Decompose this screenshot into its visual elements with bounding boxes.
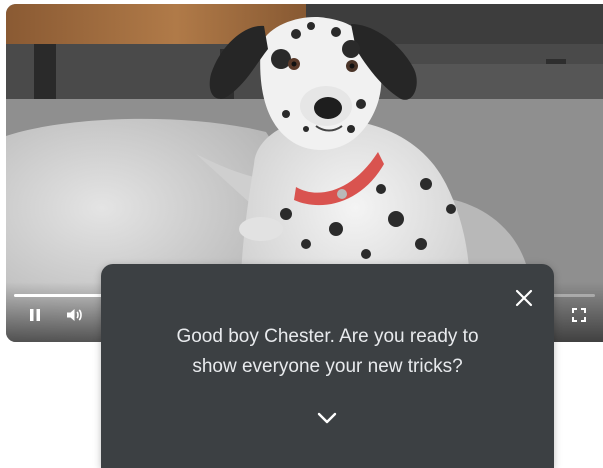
stage: Good boy Chester. Are you ready to show … <box>0 0 603 468</box>
caption-line-1: Good boy Chester. Are you ready to <box>176 326 479 347</box>
progress-bar-fill <box>14 294 107 297</box>
expand-button[interactable] <box>309 404 345 432</box>
fullscreen-icon <box>572 308 586 322</box>
pause-icon <box>30 309 40 321</box>
caption-card: Good boy Chester. Are you ready to show … <box>101 264 554 468</box>
volume-button[interactable] <box>62 304 86 326</box>
fullscreen-button[interactable] <box>567 304 591 326</box>
close-button[interactable] <box>512 286 536 310</box>
caption-line-2: show everyone your new tricks? <box>192 356 463 377</box>
caption-message: Good boy Chester. Are you ready to show … <box>121 322 534 382</box>
pause-button[interactable] <box>23 304 47 326</box>
chevron-down-icon <box>317 412 337 424</box>
volume-icon <box>67 309 82 321</box>
close-icon <box>515 289 533 307</box>
